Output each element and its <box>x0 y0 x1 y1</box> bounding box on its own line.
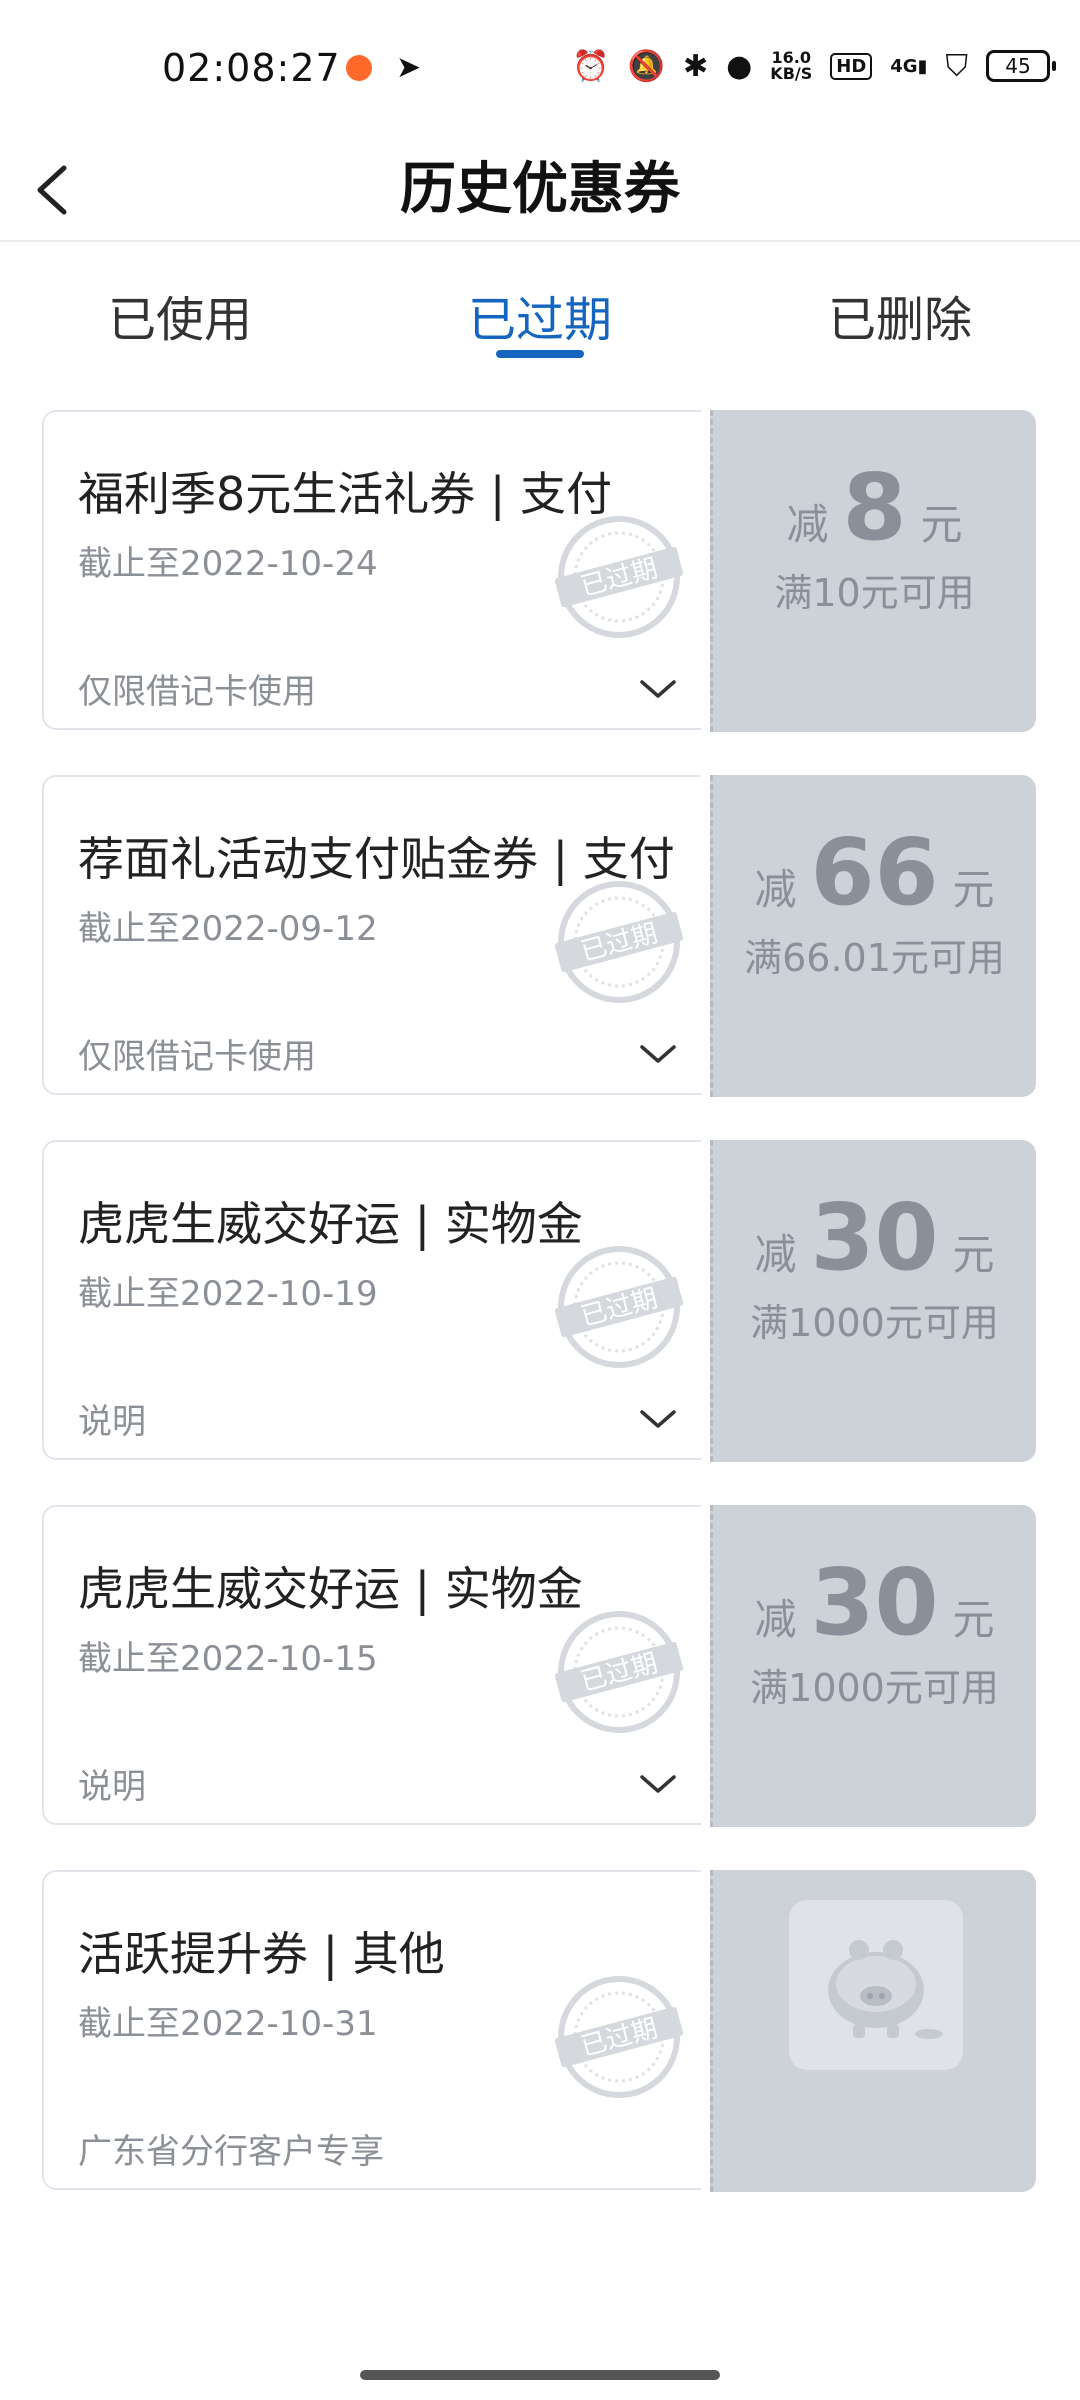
coupon-expiry-date: 截止至2022-09-12 <box>78 909 378 949</box>
stamp-text: 已过期 <box>578 2013 661 2062</box>
signal-icon: 4G▮ <box>890 55 928 77</box>
coupon-card[interactable]: 虎虎生威交好运 | 实物金 截止至2022-10-15 说明 已过期 减 30 … <box>42 1496 1036 1836</box>
amount-value: 8 <box>842 454 907 561</box>
back-button[interactable] <box>24 150 94 230</box>
piggy-bank-image <box>789 1900 963 2070</box>
amount-unit: 元 <box>952 1230 995 1279</box>
amount-value: 30 <box>810 1184 939 1291</box>
stamp-text: 已过期 <box>578 553 661 602</box>
amount-prefix: 减 <box>754 865 797 914</box>
screen: 02:08:27 ➤ ⏰ 🔕 ✱ ● 16.0 KB/S HD 4G▮ ⛉ 45… <box>0 0 1080 2400</box>
alarm-icon: ⏰ <box>572 48 610 84</box>
coupon-title: 福利季8元生活礼券 | 支付 <box>78 467 613 521</box>
coupon-card[interactable]: 活跃提升券 | 其他 截止至2022-10-31 广东省分行客户专享 已过期 <box>42 1861 1036 2201</box>
expired-stamp: 已过期 <box>554 1972 684 2102</box>
chevron-down-icon[interactable] <box>636 1769 680 1799</box>
coupon-amount: 减 30 元 <box>713 1549 1036 1656</box>
coupon-info: 荐面礼活动支付贴金券 | 支付 截止至2022-09-12 仅限借记卡使用 已过… <box>42 775 710 1095</box>
home-indicator[interactable] <box>360 2370 720 2380</box>
amount-unit: 元 <box>952 865 995 914</box>
chevron-down-icon[interactable] <box>636 674 680 704</box>
coupon-amount: 减8元 <box>713 454 1036 561</box>
coupon-note: 仅限借记卡使用 <box>78 1037 316 1077</box>
location-icon: ● <box>726 48 753 84</box>
coupon-condition: 满1000元可用 <box>750 1666 999 1710</box>
coupon-info: 活跃提升券 | 其他 截止至2022-10-31 广东省分行客户专享 已过期 <box>42 1870 710 2190</box>
coupon-note: 说明 <box>78 1402 146 1442</box>
bird-app-icon: ➤ <box>396 50 422 85</box>
coupon-value-panel: 减8元 满10元可用 <box>710 410 1036 732</box>
coupon-note: 广东省分行客户专享 <box>78 2132 384 2172</box>
coupon-value-panel: 减 66 元 满66.01元可用 <box>710 775 1036 1097</box>
coupon-condition: 满66.01元可用 <box>744 936 1005 980</box>
coupon-note: 仅限借记卡使用 <box>78 672 316 712</box>
expired-stamp: 已过期 <box>554 1607 684 1737</box>
expired-stamp: 已过期 <box>554 1242 684 1372</box>
expired-stamp: 已过期 <box>554 877 684 1007</box>
net-speed-unit: KB/S <box>770 64 813 83</box>
coupon-value-panel: 减 30 元 满1000元可用 <box>710 1140 1036 1462</box>
coupon-condition: 满10元可用 <box>774 571 975 615</box>
net-speed: 16.0 KB/S <box>770 50 812 82</box>
amount-prefix: 减 <box>786 500 829 549</box>
tab-used[interactable]: 已使用 <box>30 280 330 350</box>
coupon-condition: 满1000元可用 <box>750 1301 999 1345</box>
coupon-card[interactable]: 福利季8元生活礼券 | 支付 截止至2022-10-24 仅限借记卡使用 已过期 <box>42 401 1036 741</box>
mute-icon: 🔕 <box>627 48 665 84</box>
amount-value: 66 <box>810 819 939 926</box>
amount-value: 30 <box>810 1549 939 1656</box>
amount-prefix: 减 <box>754 1230 797 1279</box>
status-time: 02:08:27 <box>162 46 341 90</box>
tab-deleted[interactable]: 已删除 <box>750 280 1050 350</box>
tab-expired[interactable]: 已过期 <box>390 280 690 350</box>
coupon-title: 活跃提升券 | 其他 <box>78 1927 445 1981</box>
chevron-left-icon <box>37 165 67 215</box>
piggy-bank-icon <box>828 1940 943 2039</box>
header: 历史优惠券 <box>0 140 1080 242</box>
coupon-info: 福利季8元生活礼券 | 支付 截止至2022-10-24 仅限借记卡使用 已过期 <box>42 410 710 730</box>
coupon-expiry-date: 截止至2022-10-24 <box>78 544 378 584</box>
chevron-down-icon[interactable] <box>636 1404 680 1434</box>
active-tab-indicator <box>496 350 584 358</box>
coupon-title: 虎虎生威交好运 | 实物金 <box>78 1197 583 1251</box>
chevron-down-icon[interactable] <box>636 1039 680 1069</box>
coupon-title: 虎虎生威交好运 | 实物金 <box>78 1562 583 1616</box>
coupon-expiry-date: 截止至2022-10-15 <box>78 1639 378 1679</box>
coupon-value-panel: 减 30 元 满1000元可用 <box>710 1505 1036 1827</box>
stamp-text: 已过期 <box>578 1648 661 1697</box>
amount-unit: 元 <box>952 1595 995 1644</box>
hd-icon: HD <box>830 52 873 80</box>
coupon-expiry-date: 截止至2022-10-19 <box>78 1274 378 1314</box>
coupon-info: 虎虎生威交好运 | 实物金 截止至2022-10-15 说明 已过期 <box>42 1505 710 1825</box>
status-bar: 02:08:27 ➤ ⏰ 🔕 ✱ ● 16.0 KB/S HD 4G▮ ⛉ 45 <box>0 0 1080 140</box>
coupon-info: 虎虎生威交好运 | 实物金 截止至2022-10-19 说明 已过期 <box>42 1140 710 1460</box>
page-title: 历史优惠券 <box>400 157 680 222</box>
expired-stamp: 已过期 <box>554 512 684 642</box>
stamp-text: 已过期 <box>578 918 661 967</box>
shield-dollar-icon: ⛉ <box>945 48 969 84</box>
coupon-expiry-date: 截止至2022-10-31 <box>78 2004 378 2044</box>
battery-icon: 45 <box>986 50 1056 82</box>
app-notification-icon <box>346 55 372 81</box>
coupon-note: 说明 <box>78 1767 146 1807</box>
network-type: 4G <box>890 55 918 77</box>
coupon-card[interactable]: 虎虎生威交好运 | 实物金 截止至2022-10-19 说明 已过期 减 30 … <box>42 1131 1036 1471</box>
status-icons: ⏰ 🔕 ✱ ● 16.0 KB/S HD 4G▮ ⛉ 45 <box>572 46 1056 86</box>
amount-unit: 元 <box>920 500 963 549</box>
amount-prefix: 减 <box>754 1595 797 1644</box>
coupon-amount: 减 66 元 <box>713 819 1036 926</box>
coupon-card[interactable]: 荐面礼活动支付贴金券 | 支付 截止至2022-09-12 仅限借记卡使用 已过… <box>42 766 1036 1106</box>
bluetooth-icon: ✱ <box>682 48 709 84</box>
stamp-text: 已过期 <box>578 1283 661 1332</box>
coupon-value-panel <box>710 1870 1036 2192</box>
coupon-amount: 减 30 元 <box>713 1184 1036 1291</box>
